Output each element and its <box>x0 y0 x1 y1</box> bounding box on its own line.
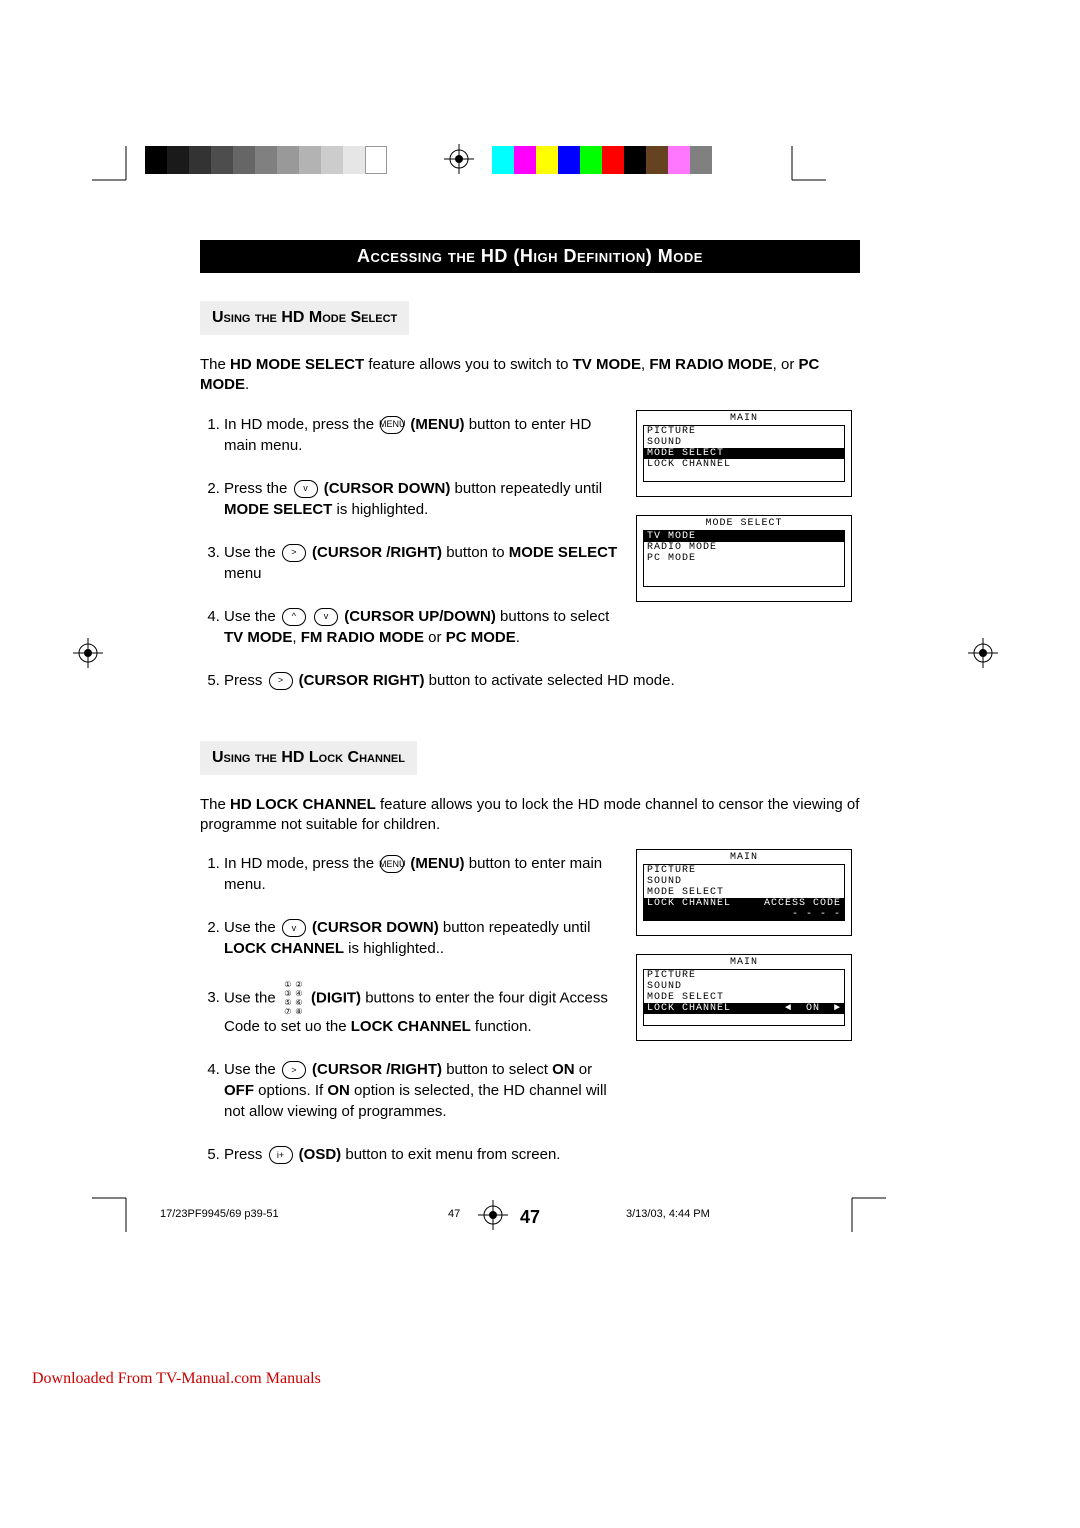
section-heading-mode-select: Using the HD Mode Select <box>200 301 409 335</box>
grayscale-bar <box>145 146 387 174</box>
osd-main-menu: MAIN PICTURE SOUND MODE SELECT LOCK CHAN… <box>636 410 852 497</box>
intro-mode-select: The HD MODE SELECT feature allows you to… <box>200 355 860 396</box>
mode-select-columns: In HD mode, press the MENU (MENU) button… <box>200 410 860 713</box>
registration-mark-icon <box>478 1200 508 1230</box>
mode-select-steps: In HD mode, press the MENU (MENU) button… <box>200 410 618 713</box>
osd-main-menu-lock-on: MAIN PICTURE SOUND MODE SELECT LOCK CHAN… <box>636 954 852 1041</box>
crop-corner-bottom-left <box>92 1196 128 1232</box>
intro-lock-channel: The HD LOCK CHANNEL feature allows you t… <box>200 795 860 836</box>
cursor-up-icon: ^ <box>282 608 306 626</box>
step-4: Use the > (CURSOR /RIGHT) button to sele… <box>224 1059 618 1122</box>
step-2: Press the v (CURSOR DOWN) button repeate… <box>224 478 618 520</box>
step-4: Use the ^ v (CURSOR UP/DOWN) buttons to … <box>224 606 618 648</box>
mode-select-screens: MAIN PICTURE SOUND MODE SELECT LOCK CHAN… <box>636 410 860 713</box>
lock-channel-columns: In HD mode, press the MENU (MENU) button… <box>200 849 860 1187</box>
lock-channel-screens: MAIN PICTURE SOUND MODE SELECT LOCK CHAN… <box>636 849 860 1187</box>
cursor-right-icon: > <box>282 1061 306 1079</box>
osd-mode-select-menu: MODE SELECT TV MODE RADIO MODE PC MODE <box>636 515 852 602</box>
step-2: Use the v (CURSOR DOWN) button repeatedl… <box>224 917 618 959</box>
step-3: Use the ①②③④⑤⑥⑦⑧ (DIGIT) buttons to ente… <box>224 981 618 1037</box>
download-source-note: Downloaded From TV-Manual.com Manuals <box>32 1370 321 1388</box>
footer-timestamp: 3/13/03, 4:44 PM <box>626 1208 710 1220</box>
registration-mark-icon <box>968 638 998 668</box>
registration-mark-icon <box>73 638 103 668</box>
print-footer-row: 17/23PF9945/69 p39-51 47 3/13/03, 4:44 P… <box>0 1200 1080 1230</box>
cursor-down-icon: v <box>282 919 306 937</box>
content-area: Accessing the HD (High Definition) Mode … <box>200 240 860 1228</box>
step-5: Press i+ (OSD) button to exit menu from … <box>224 1144 618 1165</box>
menu-button-icon: MENU <box>380 416 404 434</box>
step-1: In HD mode, press the MENU (MENU) button… <box>224 414 618 456</box>
crop-corner-bottom-right <box>850 1196 886 1232</box>
crop-corner-top-left <box>92 146 128 182</box>
cursor-right-icon: > <box>269 672 293 690</box>
osd-main-menu-access-code: MAIN PICTURE SOUND MODE SELECT LOCK CHAN… <box>636 849 852 936</box>
cursor-down-icon: v <box>314 608 338 626</box>
step-1: In HD mode, press the MENU (MENU) button… <box>224 853 618 895</box>
footer-page: 47 <box>448 1208 460 1220</box>
lock-channel-steps: In HD mode, press the MENU (MENU) button… <box>200 849 618 1187</box>
cursor-down-icon: v <box>294 480 318 498</box>
page: Accessing the HD (High Definition) Mode … <box>0 0 1080 1528</box>
crop-corner-top-right <box>790 146 826 182</box>
menu-button-icon: MENU <box>380 855 404 873</box>
step-3: Use the > (CURSOR /RIGHT) button to MODE… <box>224 542 618 584</box>
cursor-right-icon: > <box>282 544 306 562</box>
page-title: Accessing the HD (High Definition) Mode <box>200 240 860 273</box>
color-bar <box>492 146 712 174</box>
digit-buttons-icon: ①②③④⑤⑥⑦⑧ <box>283 981 304 1016</box>
registration-mark-icon <box>444 144 474 174</box>
section-heading-lock-channel: Using the HD Lock Channel <box>200 741 417 775</box>
print-calibration-row-top <box>0 144 1080 180</box>
footer-doc-id: 17/23PF9945/69 p39-51 <box>160 1208 279 1220</box>
osd-button-icon: i+ <box>269 1146 293 1164</box>
